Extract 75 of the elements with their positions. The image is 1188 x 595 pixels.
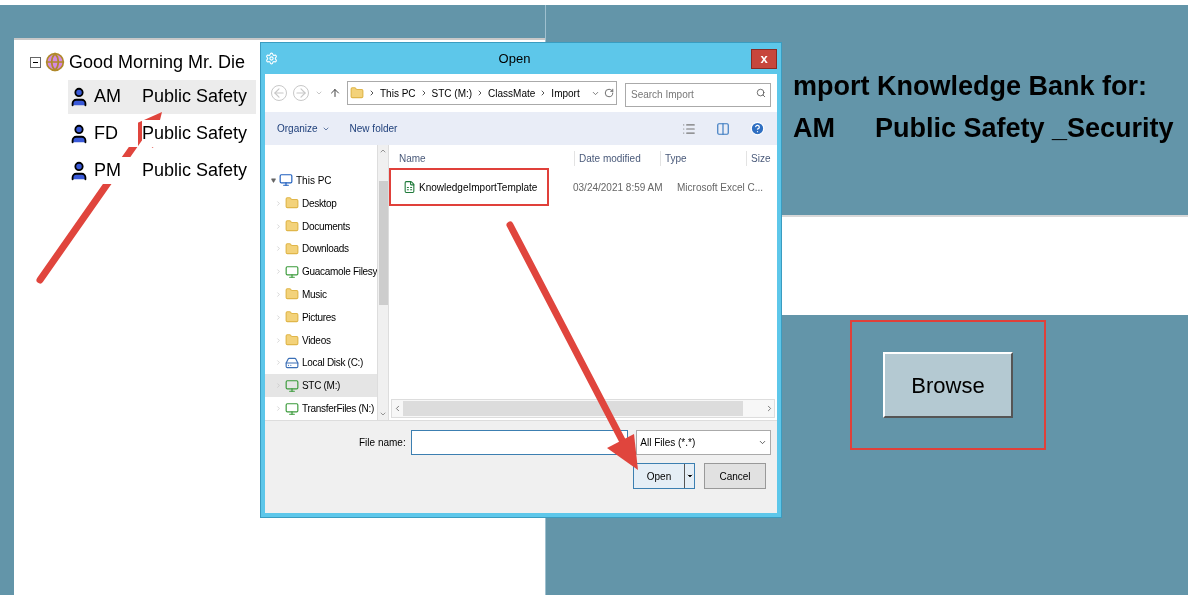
file-type-select[interactable]: All Files (*.*) (636, 430, 771, 455)
network-drive-icon (285, 378, 299, 393)
caret-icon (685, 472, 694, 480)
recent-icon[interactable] (315, 89, 323, 97)
folder-icon (285, 219, 299, 234)
scroll-down-icon[interactable] (379, 410, 387, 418)
breadcrumb[interactable]: ClassMate (488, 85, 536, 101)
preview-pane-icon[interactable] (716, 121, 730, 136)
folder-icon (285, 196, 299, 211)
nav-item[interactable]: This PC (265, 169, 377, 192)
drive-icon (285, 355, 299, 370)
folder-icon (285, 310, 299, 325)
folder-icon (350, 85, 364, 101)
tree-item[interactable]: FD Public Safety (68, 116, 256, 151)
file-name[interactable]: KnowledgeImportTemplate (419, 179, 538, 195)
file-type: Microsoft Excel C... (677, 180, 764, 195)
nav-item[interactable]: Videos (265, 328, 377, 352)
cancel-button[interactable]: Cancel (704, 463, 766, 489)
scroll-up-icon[interactable] (379, 147, 387, 155)
breadcrumb[interactable]: This PC (380, 85, 416, 101)
browse-button[interactable]: Browse (883, 352, 1013, 418)
scroll-thumb[interactable] (403, 401, 743, 416)
file-date: 03/24/2021 8:59 AM (573, 180, 664, 195)
scroll-right-icon[interactable] (765, 404, 774, 413)
nav-item[interactable]: STC (M:) (265, 374, 377, 398)
spreadsheet-icon (403, 180, 416, 194)
app-icon (265, 52, 278, 65)
search-field[interactable]: Search Import (625, 82, 771, 107)
refresh-icon[interactable] (604, 88, 614, 98)
expander-icon[interactable] (271, 177, 276, 183)
open-button[interactable]: Open (633, 463, 695, 489)
toolbar-button[interactable]: New folder (349, 121, 398, 136)
network-drive-icon (285, 401, 299, 416)
scroll-thumb[interactable] (378, 180, 388, 305)
nav-item[interactable]: Music (265, 283, 377, 306)
address-bar[interactable]: This PC STC (M:) ClassMate Import (347, 81, 617, 105)
file-name-label: File name: (359, 436, 406, 450)
search-icon (756, 88, 766, 98)
nav-scrollbar[interactable] (377, 145, 389, 420)
nav-item[interactable]: Guacamole Filesy (265, 260, 377, 284)
toolbar-button[interactable]: Organize (277, 121, 330, 136)
breadcrumb[interactable]: STC (M:) (431, 85, 473, 101)
column-header[interactable]: Size (747, 151, 771, 166)
nav-item[interactable]: TransferFiles (N:) (265, 397, 377, 420)
close-button[interactable]: x (751, 48, 777, 69)
file-name-field[interactable] (410, 430, 629, 455)
tree-item[interactable]: AM Public Safety (68, 79, 256, 114)
view-options-icon[interactable] (682, 121, 696, 136)
import-code: AM (793, 112, 835, 145)
import-heading: mport Knowledge Bank for: (793, 70, 1148, 103)
up-icon[interactable] (329, 86, 341, 100)
horizontal-scrollbar[interactable] (391, 399, 775, 418)
breadcrumb[interactable]: Import (551, 85, 580, 101)
computer-icon (279, 173, 293, 188)
nav-item[interactable]: Local Disk (C:) (265, 351, 377, 375)
tree-item[interactable]: PM Public Safety (68, 153, 256, 188)
column-header[interactable]: Name (389, 151, 575, 166)
nav-item[interactable]: Desktop (265, 191, 377, 215)
import-subject: Public Safety _Security (875, 112, 1174, 145)
folder-icon (285, 333, 299, 348)
network-drive-icon (285, 264, 299, 279)
dropdown-icon (758, 438, 767, 447)
nav-item[interactable]: Pictures (265, 305, 377, 329)
scroll-left-icon[interactable] (393, 404, 402, 413)
tree-root-label[interactable]: Good Morning Mr. Die (69, 48, 246, 76)
column-header[interactable]: Type (661, 151, 747, 166)
nav-item[interactable]: Documents (265, 214, 377, 238)
folder-icon (285, 287, 299, 302)
breadcrumb-separator-icon (368, 89, 376, 97)
help-icon[interactable] (750, 121, 765, 136)
column-header[interactable]: Date modified (575, 151, 661, 166)
dialog-title: Open (498, 49, 531, 68)
folder-icon (285, 241, 299, 256)
nav-item[interactable]: Downloads (265, 237, 377, 261)
collapse-icon[interactable] (30, 56, 41, 68)
